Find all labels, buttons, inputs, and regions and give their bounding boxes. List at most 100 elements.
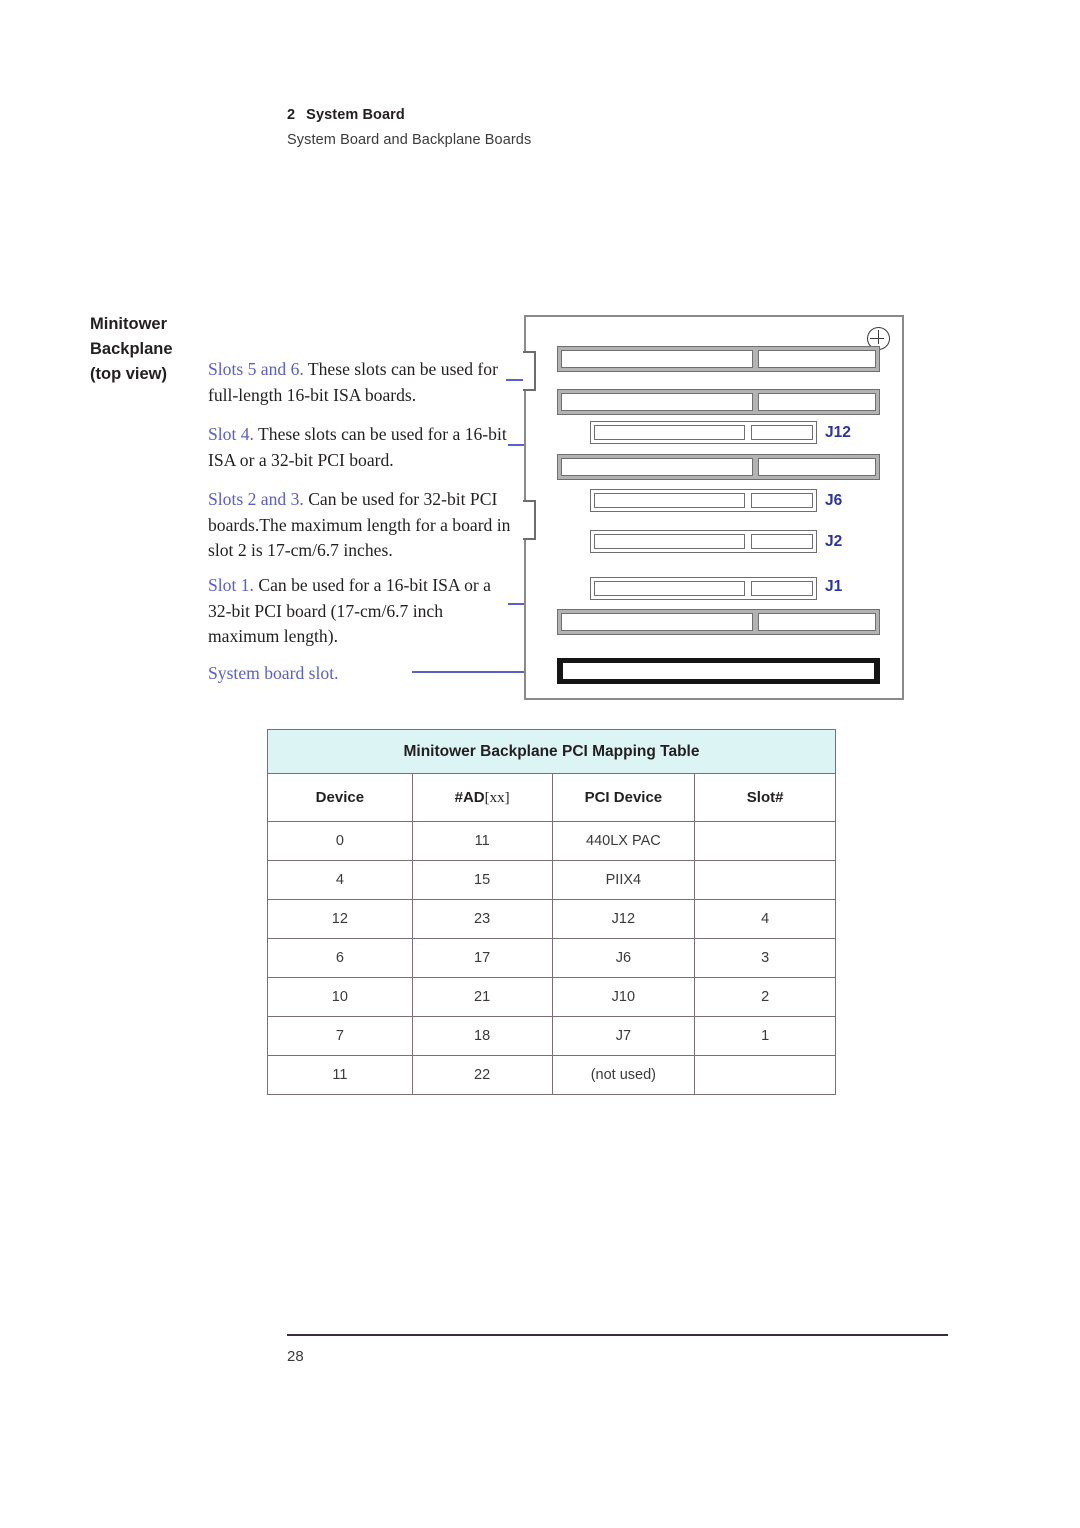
callout-label: Slots 5 and 6. [208, 359, 304, 379]
cell-device: 10 [267, 977, 413, 1017]
slot-bay-short [750, 493, 813, 508]
slot-bay-long [563, 663, 874, 679]
table-row: 12 23 J12 4 [267, 899, 836, 939]
margin-heading-line1: Minitower [90, 315, 167, 333]
slot-bay-long [594, 425, 746, 440]
slot-bay-long [594, 581, 746, 596]
table-row: 0 11 440LX PAC [267, 821, 836, 861]
table-title: Minitower Backplane PCI Mapping Table [267, 729, 836, 774]
slot-bay-short [757, 350, 876, 368]
footer-rule [287, 1334, 948, 1336]
cell-pci-device: J7 [551, 1016, 696, 1056]
pci-mapping-table: Minitower Backplane PCI Mapping Table De… [267, 729, 836, 1095]
isa-slot-6 [557, 346, 880, 372]
callout-slots-5-6: Slots 5 and 6. These slots can be used f… [208, 357, 510, 408]
cell-slot: 4 [694, 899, 836, 939]
minitower-backplane-diagram: J12 J6 J2 J1 [523, 315, 904, 700]
cell-device: 4 [267, 860, 413, 900]
slot-bay-short [757, 613, 876, 631]
cell-slot [694, 821, 836, 861]
cell-pci-device: (not used) [551, 1055, 696, 1095]
margin-heading-line3: (top view) [90, 365, 167, 383]
section-title: System Board and Backplane Boards [287, 132, 532, 148]
board-notch-lower [523, 500, 536, 540]
connector-label-j6: J6 [825, 492, 843, 509]
cell-device: 12 [267, 899, 413, 939]
cell-ad: 11 [411, 821, 553, 861]
page-number: 28 [287, 1348, 304, 1365]
slot-bay-long [594, 534, 746, 549]
cell-device: 11 [267, 1055, 413, 1095]
connector-label-j12: J12 [825, 424, 851, 441]
column-header-ad-index: [xx] [484, 789, 510, 806]
slot-bay-short [750, 534, 813, 549]
cell-pci-device: 440LX PAC [551, 821, 696, 861]
column-header-ad-text: #AD [454, 788, 485, 806]
table-header-row: Device #AD[xx] PCI Device Slot# [267, 773, 836, 822]
slot-bay-long [561, 458, 754, 476]
isa-slot-1 [557, 609, 880, 635]
callout-label: Slot 1. [208, 575, 254, 595]
callout-slots-2-3: Slots 2 and 3. Can be used for 32-bit PC… [208, 487, 520, 564]
callout-label: Slot 4. [208, 424, 254, 444]
slot-bay-long [561, 613, 754, 631]
slot-bay-long [594, 493, 746, 508]
slot-bay-short [757, 458, 876, 476]
cell-device: 6 [267, 938, 413, 978]
cell-ad: 17 [411, 938, 553, 978]
cell-ad: 23 [411, 899, 553, 939]
table-row: 7 18 J7 1 [267, 1016, 836, 1056]
slot-bay-short [750, 425, 813, 440]
cell-pci-device: PIIX4 [551, 860, 696, 900]
cell-device: 7 [267, 1016, 413, 1056]
column-header-ad: #AD[xx] [411, 773, 553, 822]
table-row: 11 22 (not used) [267, 1055, 836, 1095]
table-row: 10 21 J10 2 [267, 977, 836, 1017]
cell-ad: 15 [411, 860, 553, 900]
chapter-title: System Board [306, 107, 405, 123]
cell-ad: 22 [411, 1055, 553, 1095]
cell-slot: 1 [694, 1016, 836, 1056]
cell-device: 0 [267, 821, 413, 861]
column-header-pci-device: PCI Device [551, 773, 696, 822]
cell-pci-device: J12 [551, 899, 696, 939]
callout-label: System board slot. [208, 663, 339, 683]
column-header-device: Device [267, 773, 413, 822]
cell-pci-device: J10 [551, 977, 696, 1017]
slot-bay-short [757, 393, 876, 411]
cell-ad: 21 [411, 977, 553, 1017]
isa-slot-4 [557, 454, 880, 480]
margin-heading-line2: Backplane [90, 340, 173, 358]
slot-bay-long [561, 393, 754, 411]
table-row: 6 17 J6 3 [267, 938, 836, 978]
slot-bay-long [561, 350, 754, 368]
cell-slot [694, 860, 836, 900]
running-header: 2 System Board System Board and Backplane… [287, 107, 787, 148]
slot-bay-short [750, 581, 813, 596]
cell-pci-device: J6 [551, 938, 696, 978]
table-title-row: Minitower Backplane PCI Mapping Table [267, 729, 836, 774]
pci-slot-j6 [590, 489, 817, 512]
table-row: 4 15 PIIX4 [267, 860, 836, 900]
pci-slot-j1 [590, 577, 817, 600]
cell-ad: 18 [411, 1016, 553, 1056]
callout-label: Slots 2 and 3. [208, 489, 304, 509]
callout-system-board-slot: System board slot. [208, 661, 508, 687]
cell-slot: 2 [694, 977, 836, 1017]
isa-slot-5 [557, 389, 880, 415]
pci-slot-j12 [590, 421, 817, 444]
pci-slot-j2 [590, 530, 817, 553]
margin-heading: Minitower Backplane (top view) [90, 312, 210, 387]
board-notch-upper [523, 351, 536, 391]
cell-slot [694, 1055, 836, 1095]
column-header-slot: Slot# [694, 773, 836, 822]
chapter-line: 2 System Board [287, 107, 787, 123]
callout-slot-1: Slot 1. Can be used for a 16-bit ISA or … [208, 573, 508, 650]
connector-label-j1: J1 [825, 578, 843, 595]
leader-line-system-board-slot [412, 671, 542, 673]
connector-label-j2: J2 [825, 533, 843, 550]
callout-slot-4: Slot 4. These slots can be used for a 16… [208, 422, 508, 473]
chapter-number: 2 [287, 107, 296, 123]
cell-slot: 3 [694, 938, 836, 978]
system-board-slot [557, 658, 880, 684]
